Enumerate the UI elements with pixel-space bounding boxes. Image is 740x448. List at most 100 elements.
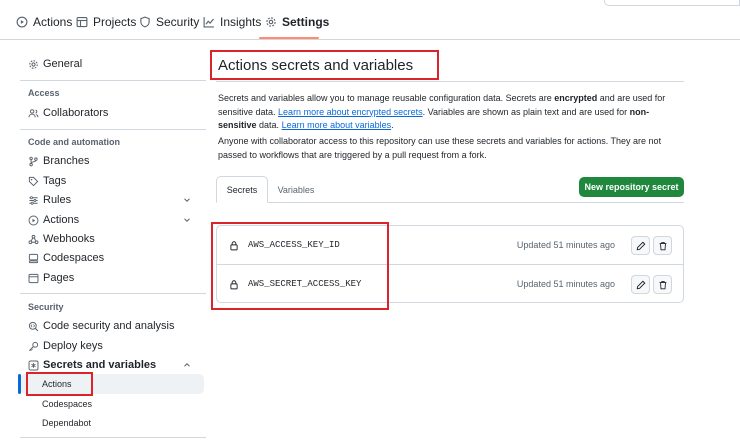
variables-link[interactable]: Learn more about variables: [282, 120, 392, 130]
trash-icon: [659, 241, 666, 250]
play-circle-icon: [16, 16, 28, 28]
key-icon: [29, 341, 39, 351]
tab-settings[interactable]: Settings: [265, 10, 329, 34]
sidebar-heading-code: Code and automation: [28, 137, 120, 147]
trash-icon: [659, 280, 666, 289]
rules-icon: [29, 195, 38, 205]
active-indicator: [18, 374, 21, 394]
graph-icon: [203, 17, 214, 28]
intro-text: .: [391, 120, 394, 130]
pencil-icon: [636, 241, 645, 250]
sidebar-subitem-actions[interactable]: Actions: [20, 374, 204, 394]
edit-secret-button[interactable]: [631, 275, 650, 294]
tab-actions[interactable]: Actions: [16, 10, 72, 34]
codespaces-icon: [28, 253, 39, 263]
sidebar-heading-access: Access: [28, 88, 60, 98]
sidebar-heading-security: Security: [28, 302, 64, 312]
settings-sidebar: General Access Collaborators Code and au…: [0, 40, 210, 448]
sidebar-item-label: Codespaces: [43, 252, 105, 264]
intro-text: data.: [256, 120, 282, 130]
secrets-list: AWS_ACCESS_KEY_ID Updated 51 minutes ago…: [216, 225, 684, 303]
lock-icon: [230, 241, 238, 251]
new-repository-secret-button[interactable]: New repository secret: [579, 177, 684, 197]
collaborator-note: Anyone with collaborator access to this …: [218, 136, 662, 160]
encrypted-secrets-link[interactable]: Learn more about encrypted secrets: [278, 107, 423, 117]
intro-text: Secrets and variables allow you to manag…: [218, 93, 555, 103]
sidebar-item-label: Collaborators: [43, 107, 109, 119]
sidebar-item-branches[interactable]: Branches: [20, 150, 204, 172]
repo-nav-bar: Actions Projects Security Insights Setti…: [0, 0, 740, 40]
tab-projects-label: Projects: [93, 15, 137, 29]
sidebar-item-label: Branches: [43, 155, 90, 167]
active-tab-underline: [259, 37, 319, 39]
sidebar-subitem-label: Dependabot: [42, 418, 92, 428]
delete-secret-button[interactable]: [653, 236, 672, 255]
sidebar-item-code-security[interactable]: Code security and analysis: [20, 315, 204, 337]
sidebar-item-label: Deploy keys: [43, 340, 103, 352]
tab-security[interactable]: Security: [139, 10, 199, 34]
delete-secret-button[interactable]: [653, 275, 672, 294]
sidebar-divider: [20, 80, 206, 81]
sidebar-divider: [20, 437, 206, 438]
page-title: Actions secrets and variables: [218, 57, 414, 74]
intro-text: . Variables are shown as plain text and …: [422, 106, 630, 117]
secret-updated: Updated 51 minutes ago: [516, 240, 615, 250]
tab-insights[interactable]: Insights: [203, 10, 261, 34]
tab-actions-label: Actions: [33, 15, 73, 29]
sidebar-divider: [20, 129, 206, 130]
shield-icon: [140, 16, 150, 28]
sidebar-divider: [20, 293, 206, 294]
sidebar-item-label: General: [43, 58, 83, 70]
codescan-icon: [28, 321, 39, 331]
tab-variables[interactable]: Variables: [270, 176, 322, 203]
table-icon: [76, 16, 88, 28]
webhook-icon: [28, 234, 39, 244]
tag-icon: [28, 176, 39, 186]
sidebar-item-rules[interactable]: Rules: [20, 189, 204, 211]
sidebar-item-label: Webhooks: [43, 233, 95, 245]
intro-paragraph: Secrets and variables allow you to manag…: [218, 92, 680, 133]
sidebar-item-label: Pages: [43, 272, 75, 284]
gear-icon: [29, 59, 38, 69]
intro-encrypted: encrypted: [554, 93, 598, 103]
sidebar-subitem-label: Actions: [42, 379, 72, 389]
tab-settings-label: Settings: [282, 15, 330, 29]
play-circle-icon: [28, 215, 39, 225]
tab-projects[interactable]: Projects: [76, 10, 136, 34]
people-icon: [28, 108, 39, 117]
edit-secret-button[interactable]: [631, 236, 650, 255]
lock-icon: [230, 280, 238, 290]
tab-security-label: Security: [156, 15, 200, 29]
secret-updated: Updated 51 minutes ago: [516, 279, 615, 289]
gear-icon: [266, 17, 276, 27]
sidebar-item-pages[interactable]: Pages: [20, 267, 204, 289]
browser-icon: [28, 273, 39, 283]
header-corner: [604, 0, 740, 6]
secret-row: AWS_SECRET_ACCESS_KEY Updated 51 minutes…: [217, 265, 683, 304]
secret-name: AWS_SECRET_ACCESS_KEY: [248, 279, 362, 289]
sidebar-item-label: Actions: [43, 214, 80, 226]
tab-secrets[interactable]: Secrets: [216, 176, 268, 203]
sidebar-subitem-label: Codespaces: [42, 399, 93, 409]
sidebar-item-secrets-variables[interactable]: Secrets and variables: [20, 354, 204, 376]
sidebar-item-label: Secrets and variables: [43, 359, 157, 371]
chevron-down-icon[interactable]: [182, 215, 192, 225]
sidebar-subitem-dependabot[interactable]: Dependabot: [20, 413, 204, 433]
title-divider: [216, 81, 684, 82]
sidebar-item-label: Rules: [43, 194, 72, 206]
tab-insights-label: Insights: [220, 15, 262, 29]
chevron-up-icon[interactable]: [182, 360, 192, 370]
secret-row: AWS_ACCESS_KEY_ID Updated 51 minutes ago: [217, 226, 683, 265]
chevron-down-icon[interactable]: [182, 195, 192, 205]
pencil-icon: [636, 280, 645, 289]
sidebar-item-label: Code security and analysis: [43, 320, 175, 332]
branch-icon: [29, 156, 38, 166]
tabs-divider: [268, 202, 684, 203]
secret-name: AWS_ACCESS_KEY_ID: [248, 240, 340, 250]
sidebar-subitem-codespaces[interactable]: Codespaces: [20, 394, 204, 414]
sidebar-item-label: Tags: [43, 175, 67, 187]
sidebar-item-general[interactable]: General: [20, 53, 204, 75]
sidebar-item-codespaces[interactable]: Codespaces: [20, 247, 204, 269]
asterisk-box-icon: [28, 360, 39, 370]
sidebar-item-collaborators[interactable]: Collaborators: [20, 102, 204, 124]
